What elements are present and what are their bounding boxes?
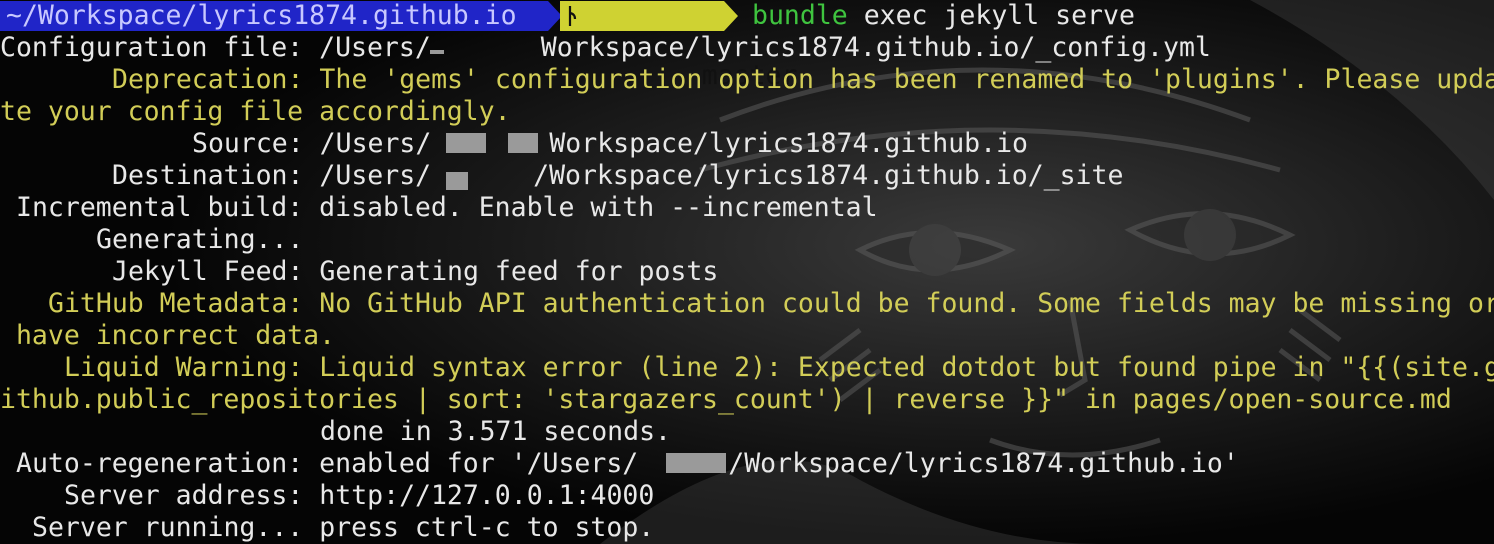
line-value: /Users/ — [319, 32, 431, 63]
output-line-deprecation-wrap: te your config file accordingly. — [0, 96, 1494, 128]
output-line-jekyll-feed: Jekyll Feed: Generating feed for posts — [0, 256, 1494, 288]
prompt-path-segment: ~/Workspace/lyrics1874.github.io — [0, 1, 548, 31]
command-text: bundle exec jekyll serve — [752, 0, 1135, 32]
line-value: /Users/ — [319, 128, 432, 159]
output-line-server-running: Server running... press ctrl-c to stop. — [0, 512, 1494, 544]
terminal-window[interactable]: ~/Workspace/lyrics1874.github.io master … — [0, 0, 1494, 544]
line-label: Source: — [192, 128, 304, 159]
line-value: No GitHub API authentication could be fo… — [319, 288, 1494, 319]
output-line-liquid-warning-wrap: ithub.public_repositories | sort: 'starg… — [0, 384, 1494, 416]
line-value: enabled for '/Users/ — [319, 448, 639, 479]
output-line-github-metadata-wrap: have incorrect data. — [0, 320, 1494, 352]
line-label: Generating... — [96, 224, 304, 255]
line-label: Jekyll Feed: — [112, 256, 304, 287]
line-value: done in 3.571 seconds. — [320, 416, 671, 447]
line-label: Incremental build: — [16, 192, 304, 223]
line-value: /Users/ — [319, 160, 432, 191]
line-value: press ctrl-c to stop. — [319, 512, 655, 543]
git-branch-icon — [568, 6, 577, 26]
output-line-auto-regeneration: Auto-regeneration: enabled for '/Users/ /… — [0, 448, 1494, 480]
line-label: Server address: — [64, 480, 304, 511]
line-value-continued: Workspace/lyrics1874.github.io — [549, 128, 1028, 159]
output-line-destination: Destination: /Users/ /Workspace/lyrics187… — [0, 160, 1494, 192]
output-line-github-metadata: GitHub Metadata: No GitHub API authentic… — [0, 288, 1494, 320]
line-value: Generating feed for posts — [319, 256, 719, 287]
line-value: The 'gems' configuration option has been… — [319, 64, 1494, 95]
line-value: disabled. Enable with --incremental — [319, 192, 878, 223]
output-line-server-address: Server address: http://127.0.0.1:4000 — [0, 480, 1494, 512]
redaction-block — [508, 133, 538, 153]
output-line-done: done in 3.571 seconds. — [0, 416, 1494, 448]
line-value: http://127.0.0.1:4000 — [319, 480, 655, 511]
line-label: GitHub Metadata: — [48, 288, 304, 319]
output-line-liquid-warning: Liquid Warning: Liquid syntax error (lin… — [0, 352, 1494, 384]
line-value-continued: /Workspace/lyrics1874.github.io' — [728, 448, 1239, 479]
prompt-branch-segment: master — [560, 1, 797, 91]
line-value-continued: Workspace/lyrics1874.github.io/_config.y… — [540, 32, 1211, 63]
command-args: exec jekyll serve — [847, 0, 1135, 31]
redaction-block — [666, 453, 726, 473]
redaction-block — [430, 50, 444, 54]
redaction-block — [446, 133, 486, 153]
powerline-separator — [724, 1, 738, 31]
line-label: Liquid Warning: — [64, 352, 304, 383]
output-line-deprecation: Deprecation: The 'gems' configuration op… — [0, 64, 1494, 96]
line-label: Destination: — [112, 160, 304, 191]
line-label: Deprecation: — [112, 64, 304, 95]
line-value: have incorrect data. — [0, 320, 336, 351]
line-value: ithub.public_repositories | sort: 'starg… — [0, 384, 1452, 415]
output-line-incremental-build: Incremental build: disabled. Enable with… — [0, 192, 1494, 224]
line-value: te your config file accordingly. — [0, 96, 511, 127]
line-label: Auto-regeneration: — [16, 448, 304, 479]
command-keyword: bundle — [752, 0, 848, 31]
line-value: Liquid syntax error (line 2): Expected d… — [319, 352, 1494, 383]
shell-prompt: ~/Workspace/lyrics1874.github.io master … — [0, 0, 1494, 91]
line-label: Configuration file: — [0, 32, 304, 63]
output-line-config-file: Configuration file: /Users/Workspace/lyr… — [0, 32, 1494, 64]
output-line-source: Source: /Users/Workspace/lyrics1874.gith… — [0, 128, 1494, 160]
line-value-continued: /Workspace/lyrics1874.github.io/_site — [533, 160, 1124, 191]
output-line-generating: Generating... — [0, 224, 1494, 256]
line-label: Server running... — [32, 512, 304, 543]
redaction-block — [446, 172, 468, 190]
